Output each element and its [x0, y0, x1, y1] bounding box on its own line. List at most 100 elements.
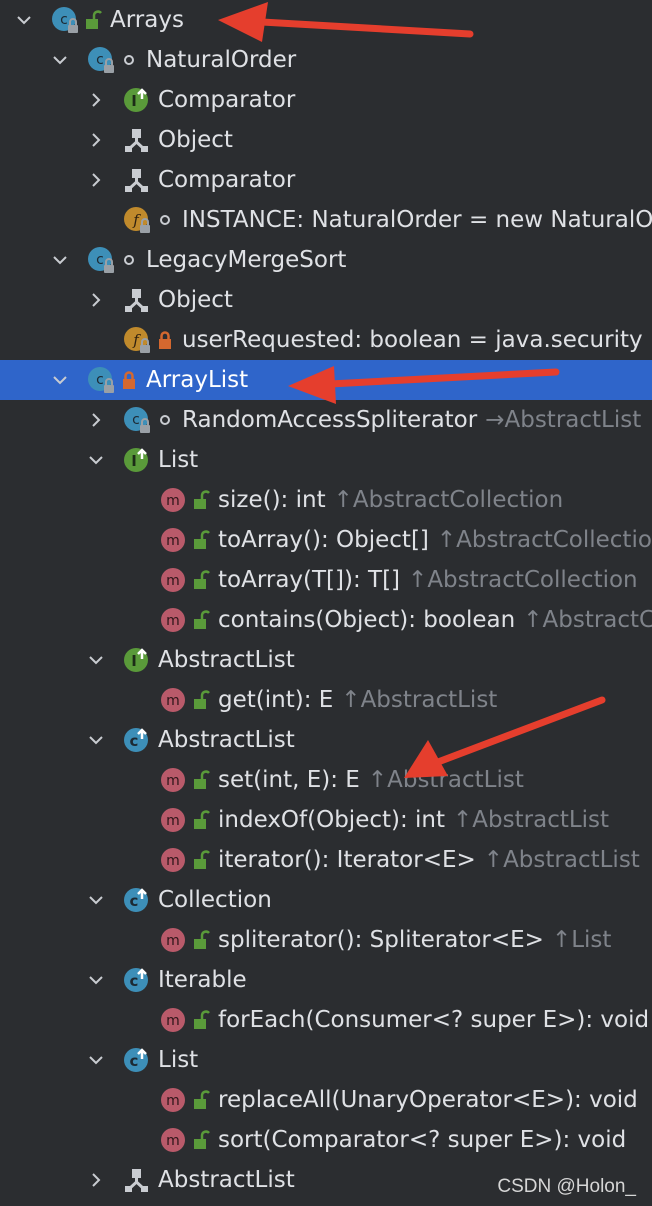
chevron-right-icon[interactable]: [84, 128, 108, 152]
chevron-right-icon[interactable]: [84, 1168, 108, 1192]
tree-row[interactable]: c LegacyMergeSort: [0, 240, 652, 280]
tree-row[interactable]: f userRequested: boolean = java.security: [0, 320, 652, 360]
public-lock-icon: [192, 689, 210, 711]
chevron-right-icon[interactable]: [84, 408, 108, 432]
tree-row-label: forEach(Consumer<? super E>): void: [218, 1000, 649, 1040]
tree-row[interactable]: m set(int, E): E ↑AbstractList: [0, 760, 652, 800]
tree-row-label: get(int): E ↑AbstractList: [218, 680, 497, 720]
tree-row[interactable]: m toArray(T[]): T[] ↑AbstractCollection: [0, 560, 652, 600]
item-name: List: [158, 1047, 199, 1073]
tree-row-label: toArray(): Object[] ↑AbstractCollection: [218, 520, 652, 560]
tree-row[interactable]: m iterator(): Iterator<E> ↑AbstractList: [0, 840, 652, 880]
inherited-from: ↑AbstractCollection: [436, 527, 652, 553]
method-icon: m: [158, 805, 188, 835]
item-name: forEach(Consumer<? super E>): void: [218, 1007, 650, 1033]
tree-row[interactable]: Object: [0, 280, 652, 320]
tree-row-label: AbstractList: [158, 720, 295, 760]
svg-text:m: m: [166, 813, 180, 829]
chevron-down-icon[interactable]: [84, 888, 108, 912]
package-dot-icon: [156, 209, 174, 231]
tree-row[interactable]: Comparator: [0, 160, 652, 200]
item-name: Object: [158, 127, 233, 153]
tree-row-label: toArray(T[]): T[] ↑AbstractCollection: [218, 560, 638, 600]
package-dot-icon: [120, 249, 138, 271]
tree-row[interactable]: Object: [0, 120, 652, 160]
tree-row-label: RandomAccessSpliterator →AbstractList: [182, 400, 641, 440]
svg-text:m: m: [166, 573, 180, 589]
tree-row[interactable]: c Arrays: [0, 0, 652, 40]
chevron-down-icon[interactable]: [84, 968, 108, 992]
method-icon: m: [158, 685, 188, 715]
inherited-from: ↑AbstractCollection: [333, 487, 564, 513]
tree-row-label: userRequested: boolean = java.security: [182, 320, 643, 360]
svg-text:c: c: [130, 732, 139, 750]
tree-row[interactable]: c NaturalOrder: [0, 40, 652, 80]
public-lock-icon: [84, 9, 102, 31]
tree-row-label: sort(Comparator<? super E>): void: [218, 1120, 626, 1160]
tree-row[interactable]: I List: [0, 440, 652, 480]
item-name: LegacyMergeSort: [146, 247, 347, 273]
interface-inherit-icon: I: [122, 445, 152, 475]
tree-row-label: Collection: [158, 880, 272, 920]
tree-row[interactable]: m size(): int ↑AbstractCollection: [0, 480, 652, 520]
item-name: set(int, E): E: [218, 767, 360, 793]
inherited-from: ↑AbstractCollection: [408, 567, 638, 593]
chevron-down-icon[interactable]: [84, 1048, 108, 1072]
class-icon: c: [86, 45, 116, 75]
chevron-down-icon[interactable]: [84, 448, 108, 472]
tree-row[interactable]: m indexOf(Object): int ↑AbstractList: [0, 800, 652, 840]
svg-text:m: m: [166, 1093, 180, 1109]
class-icon: c: [50, 5, 80, 35]
chevron-down-icon[interactable]: [12, 8, 36, 32]
svg-text:c: c: [130, 892, 139, 910]
tree-row[interactable]: I Comparator: [0, 80, 652, 120]
tree-row[interactable]: m forEach(Consumer<? super E>): void: [0, 1000, 652, 1040]
tree-row[interactable]: m sort(Comparator<? super E>): void: [0, 1120, 652, 1160]
tree-row[interactable]: f INSTANCE: NaturalOrder = new NaturalOrd…: [0, 200, 652, 240]
svg-text:m: m: [166, 693, 180, 709]
tree-row[interactable]: I AbstractList: [0, 640, 652, 680]
tree-row-label: LegacyMergeSort: [146, 240, 346, 280]
public-lock-icon: [192, 489, 210, 511]
inherited-from: →AbstractList: [485, 407, 642, 433]
tree-row[interactable]: m replaceAll(UnaryOperator<E>): void: [0, 1080, 652, 1120]
tree-row[interactable]: m get(int): E ↑AbstractList: [0, 680, 652, 720]
chevron-down-icon[interactable]: [84, 648, 108, 672]
private-lock-icon: [156, 329, 174, 351]
chevron-down-icon[interactable]: [48, 368, 72, 392]
chevron-down-icon[interactable]: [48, 248, 72, 272]
tree-row[interactable]: c List: [0, 1040, 652, 1080]
chevron-right-icon[interactable]: [84, 168, 108, 192]
item-name: ArrayList: [146, 367, 249, 393]
tree-row[interactable]: c Iterable: [0, 960, 652, 1000]
field-icon: f: [122, 205, 152, 235]
item-name: Arrays: [110, 7, 184, 33]
tree-row[interactable]: c ArrayList: [0, 360, 652, 400]
tree-row[interactable]: c AbstractList: [0, 720, 652, 760]
item-name: AbstractList: [158, 727, 295, 753]
chevron-down-icon[interactable]: [84, 728, 108, 752]
chevron-right-icon[interactable]: [84, 288, 108, 312]
tree-row-label: set(int, E): E ↑AbstractList: [218, 760, 524, 800]
svg-text:m: m: [166, 773, 180, 789]
class-inherit-icon: c: [122, 1045, 152, 1075]
tree-row[interactable]: m toArray(): Object[] ↑AbstractCollection: [0, 520, 652, 560]
tree-row[interactable]: m spliterator(): Spliterator<E> ↑List: [0, 920, 652, 960]
structure-tree[interactable]: c Arrays c NaturalOrder I Comparator Object Com…: [0, 0, 652, 1206]
tree-row[interactable]: c Collection: [0, 880, 652, 920]
inherited-from: ↑AbstractList: [341, 687, 498, 713]
chevron-right-icon[interactable]: [84, 88, 108, 112]
tree-row-label: replaceAll(UnaryOperator<E>): void: [218, 1080, 638, 1120]
interface-inherit-icon: I: [122, 645, 152, 675]
tree-row[interactable]: m contains(Object): boolean ↑AbstractColle…: [0, 600, 652, 640]
tree-row[interactable]: c RandomAccessSpliterator →AbstractList: [0, 400, 652, 440]
svg-text:m: m: [166, 1013, 180, 1029]
public-lock-icon: [192, 529, 210, 551]
method-icon: m: [158, 565, 188, 595]
public-lock-icon: [192, 809, 210, 831]
svg-text:c: c: [130, 972, 139, 990]
chevron-down-icon[interactable]: [48, 48, 72, 72]
item-name: Collection: [158, 887, 272, 913]
item-name: sort(Comparator<? super E>): void: [218, 1127, 627, 1153]
svg-text:c: c: [60, 12, 68, 28]
